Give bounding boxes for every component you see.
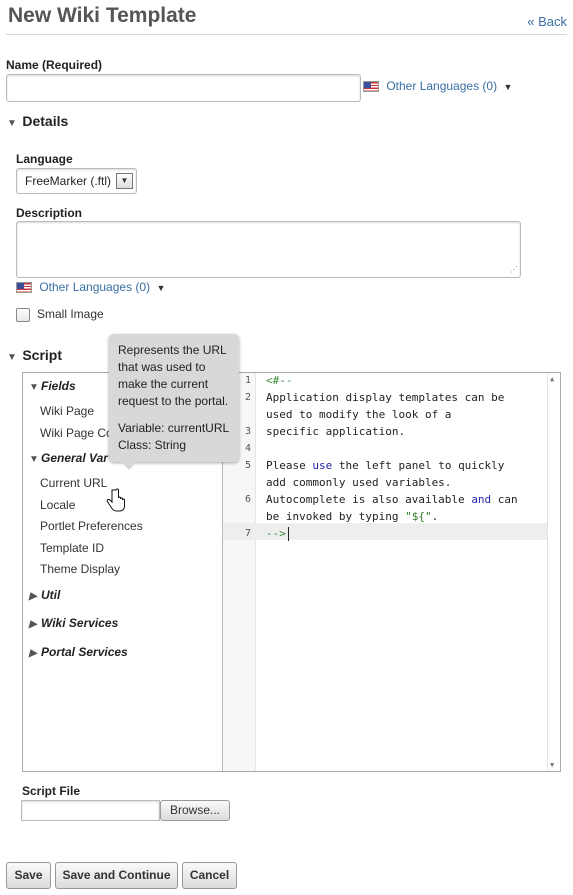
variable-tooltip: Represents the URL that was used to make… [109, 334, 239, 470]
code-line: be invoked by typing "${". [266, 510, 439, 523]
tree-group-label: Wiki Services [41, 616, 119, 630]
description-textarea[interactable]: ⋰ [16, 221, 521, 278]
description-other-languages[interactable]: Other Languages (0) ▼ [16, 280, 165, 294]
tree-group-portal-services[interactable]: ▶ Portal Services [29, 645, 128, 659]
save-button[interactable]: Save [6, 862, 51, 889]
scroll-up-arrow-icon[interactable]: ▲ [550, 375, 554, 383]
caret-down-icon[interactable]: ▼ [503, 82, 512, 92]
page-title: New Wiki Template [8, 4, 197, 27]
code-line: --> [266, 527, 286, 540]
tree-group-label: General Var [41, 451, 108, 465]
back-link[interactable]: « Back [527, 14, 567, 29]
header-divider [6, 34, 567, 35]
script-editor-panel: ▼ Fields Wiki Page Wiki Page Co ▼ General … [22, 372, 561, 772]
tree-group-label: Util [41, 588, 61, 602]
small-image-label: Small Image [37, 307, 104, 321]
description-other-languages-link[interactable]: Other Languages (0) [39, 280, 150, 294]
tree-item-current-url[interactable]: Current URL [40, 476, 107, 490]
code-line: Application display templates can be [266, 391, 505, 404]
tree-group-label: Fields [41, 379, 76, 393]
small-image-checkbox[interactable] [16, 308, 30, 322]
line-number: 7 [244, 528, 251, 539]
editor-scrollbar[interactable]: ▲ ▼ [547, 373, 560, 771]
line-number: 6 [244, 494, 251, 505]
dropdown-arrow-icon[interactable]: ▼ [116, 173, 133, 189]
us-flag-icon [16, 282, 32, 294]
tooltip-variable: Variable: currentURL [118, 421, 230, 435]
tree-item-wiki-page[interactable]: Wiki Page [40, 404, 94, 418]
caret-down-icon[interactable]: ▼ [156, 283, 165, 293]
code-line: add commonly used variables. [266, 476, 452, 489]
language-select-value: FreeMarker (.ftl) [25, 174, 112, 188]
script-file-input[interactable] [21, 800, 160, 821]
name-input[interactable] [6, 74, 361, 102]
collapsed-triangle-icon: ▶ [29, 619, 37, 630]
code-line: <#-- [266, 374, 293, 387]
expanded-triangle-icon: ▼ [29, 454, 39, 465]
tree-item-wiki-page-content[interactable]: Wiki Page Co [40, 426, 113, 440]
cancel-button[interactable]: Cancel [182, 862, 237, 889]
tree-group-general-variables[interactable]: ▼ General Var [29, 451, 108, 465]
tree-group-wiki-services[interactable]: ▶ Wiki Services [29, 616, 118, 630]
collapsed-triangle-icon: ▶ [29, 648, 37, 659]
code-line: used to modify the look of a [266, 408, 452, 421]
collapse-triangle-icon: ▼ [7, 352, 17, 363]
details-title: Details [22, 113, 69, 129]
scroll-down-arrow-icon[interactable]: ▼ [550, 761, 554, 769]
browse-button[interactable]: Browse... [160, 800, 230, 821]
tree-group-label: Portal Services [41, 645, 128, 659]
script-file-label: Script File [22, 784, 81, 798]
description-label: Description [16, 206, 83, 220]
script-header[interactable]: ▼ Script [7, 347, 62, 363]
language-select[interactable]: FreeMarker (.ftl) ▼ [16, 168, 137, 194]
language-label: Language [16, 152, 73, 166]
code-editor[interactable]: 1 <#-- 2 Application display templates c… [223, 373, 560, 771]
tree-item-locale[interactable]: Locale [40, 498, 75, 512]
save-and-continue-button[interactable]: Save and Continue [55, 862, 178, 889]
tree-item-theme-display[interactable]: Theme Display [40, 562, 120, 576]
tree-item-template-id[interactable]: Template ID [40, 541, 104, 555]
collapsed-triangle-icon: ▶ [29, 591, 37, 602]
code-line: Please use the left panel to quickly [266, 459, 505, 472]
code-line: specific application. [266, 425, 406, 438]
tree-item-portlet-preferences[interactable]: Portlet Preferences [40, 519, 143, 533]
tooltip-description: Represents the URL that was used to make… [118, 343, 229, 408]
collapse-triangle-icon: ▼ [7, 118, 17, 129]
details-header[interactable]: ▼ Details [7, 113, 68, 129]
us-flag-icon [363, 81, 379, 93]
code-line: Autocomplete is also available and can [266, 493, 518, 506]
expanded-triangle-icon: ▼ [29, 382, 39, 393]
tree-group-fields[interactable]: ▼ Fields [29, 379, 76, 393]
tree-group-util[interactable]: ▶ Util [29, 588, 60, 602]
resize-grip-icon[interactable]: ⋰ [510, 265, 518, 274]
name-other-languages[interactable]: Other Languages (0) ▼ [363, 79, 512, 93]
script-title: Script [22, 347, 63, 363]
hand-cursor-icon [106, 488, 125, 512]
text-cursor [288, 527, 289, 541]
tooltip-class: Class: String [118, 438, 187, 452]
name-label: Name (Required) [6, 58, 103, 72]
name-other-languages-link[interactable]: Other Languages (0) [386, 79, 497, 93]
